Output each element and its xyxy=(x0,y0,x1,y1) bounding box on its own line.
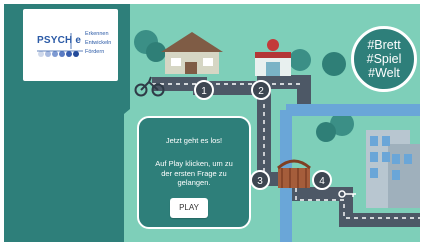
panel-heading: Jetzt geht es los! xyxy=(165,136,223,145)
panel-instructions: Auf Play klicken, um zu der ersten Frage… xyxy=(155,159,233,187)
station-label: 2 xyxy=(258,86,264,97)
game-frame: 1 2 3 4 PSYCH e Erkennen Entwickeln Förd… xyxy=(4,4,420,242)
title-line-2: #Spiel xyxy=(366,52,402,66)
title-line-3: #Welt xyxy=(368,66,400,80)
station-label: 1 xyxy=(201,86,207,97)
title-line-1: #Brett xyxy=(367,38,401,52)
start-panel: Jetzt geht es los! Auf Play klicken, um … xyxy=(137,116,251,229)
station-label: 4 xyxy=(319,176,325,187)
logo-wordmark: PSYCH e xyxy=(37,35,82,46)
station-label: 3 xyxy=(257,176,263,187)
play-button[interactable]: PLAY xyxy=(170,198,208,218)
station-1[interactable]: 1 xyxy=(194,80,214,100)
title-bubble: #Brett #Spiel #Welt xyxy=(351,26,417,92)
logo-card: PSYCH e Erkennen Entwickeln Fördern xyxy=(23,9,118,81)
station-4[interactable]: 4 xyxy=(312,170,332,190)
logo-tagline-1: Erkennen xyxy=(85,31,109,37)
logo-tagline-3: Fördern xyxy=(85,49,105,55)
logo-tagline-2: Entwickeln xyxy=(85,40,112,46)
station-3[interactable]: 3 xyxy=(250,170,270,190)
station-2[interactable]: 2 xyxy=(251,80,271,100)
